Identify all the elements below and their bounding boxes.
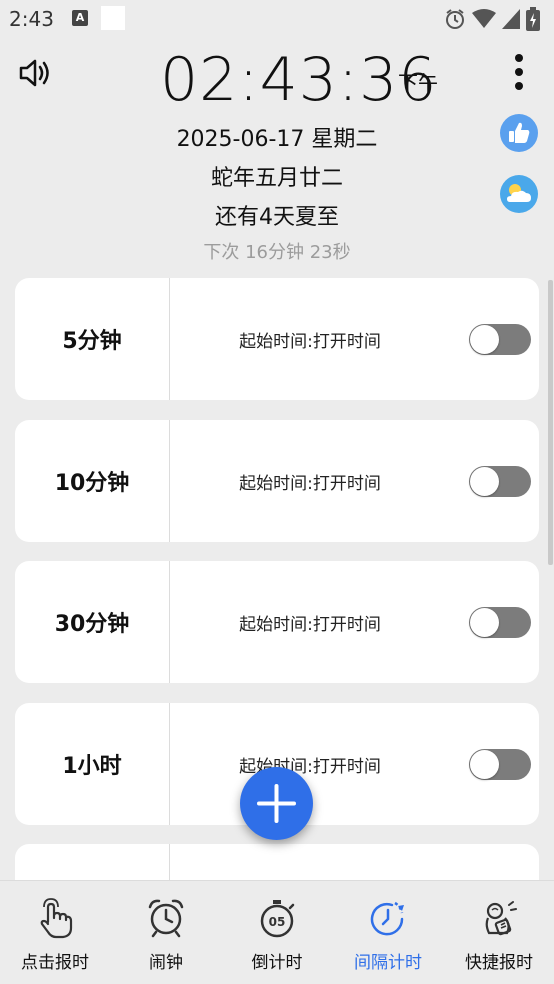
nav-tap-chime[interactable]: 点击报时 xyxy=(0,881,110,984)
interval-card[interactable]: 5分钟 起始时间:打开时间 xyxy=(15,278,539,400)
start-time-text: 起始时间:打开时间 xyxy=(239,473,381,494)
nav-label: 倒计时 xyxy=(251,953,303,973)
interval-clock-icon xyxy=(370,901,404,936)
interval-label: 10分钟 xyxy=(15,420,170,542)
status-time: 2:43 xyxy=(9,7,54,31)
status-icons xyxy=(444,7,540,31)
quick-chime-icon xyxy=(485,901,517,936)
nav-countdown[interactable]: 05 倒计时 xyxy=(222,881,332,984)
tap-icon xyxy=(40,898,73,939)
interval-toggle[interactable] xyxy=(469,607,531,638)
toggle-knob xyxy=(470,325,499,354)
next-chime-text: 下次 16分钟 23秒 xyxy=(203,242,351,263)
nav-label: 间隔计时 xyxy=(354,953,422,973)
speaker-icon[interactable] xyxy=(17,55,53,91)
nav-label: 点击报时 xyxy=(21,953,89,973)
status-bar: 2:43 A xyxy=(0,0,554,38)
start-time-text xyxy=(170,844,450,880)
nav-quick-chime[interactable]: 快捷报时 xyxy=(444,881,554,984)
nav-interval[interactable]: 间隔计时 xyxy=(333,881,443,984)
add-interval-button[interactable] xyxy=(240,767,313,840)
interval-label xyxy=(15,844,170,880)
interval-toggle[interactable] xyxy=(469,324,531,355)
svg-text:05: 05 xyxy=(269,915,286,929)
bottom-nav: 点击报时 闹钟 05 倒计时 间隔计时 快捷报时 xyxy=(0,880,554,984)
alarm-icon xyxy=(446,9,464,29)
start-time-text: 起始时间:打开时间 xyxy=(239,614,381,635)
more-menu-icon[interactable] xyxy=(504,52,534,92)
plus-icon xyxy=(257,784,296,823)
notification-blank-icon xyxy=(101,6,125,30)
notification-a-icon: A xyxy=(72,10,88,26)
interval-label: 1小时 xyxy=(15,703,170,825)
toggle-knob xyxy=(470,467,499,496)
stopwatch-icon: 05 xyxy=(260,900,295,938)
toggle-knob xyxy=(470,608,499,637)
start-time-text: 起始时间:打开时间 xyxy=(239,331,381,352)
interval-label: 5分钟 xyxy=(15,278,170,400)
interval-toggle[interactable] xyxy=(469,466,531,497)
alarm-clock-icon xyxy=(148,899,184,938)
interval-card[interactable]: 10分钟 起始时间:打开时间 xyxy=(15,420,539,542)
battery-icon xyxy=(526,7,540,31)
digital-clock: 02:43:36 xyxy=(160,45,438,115)
ampm-label: 下午 xyxy=(398,71,438,95)
nav-alarm[interactable]: 闹钟 xyxy=(111,881,221,984)
signal-icon xyxy=(502,9,520,29)
nav-label: 快捷报时 xyxy=(465,953,533,973)
date-text: 2025-06-17 星期二 xyxy=(176,127,378,152)
wifi-icon xyxy=(472,9,496,28)
lunar-date-text: 蛇年五月廿二 xyxy=(210,166,343,191)
solar-term-text: 还有4天夏至 xyxy=(215,205,339,230)
interval-toggle[interactable] xyxy=(469,749,531,780)
interval-card[interactable] xyxy=(15,844,539,880)
list-scrollbar[interactable] xyxy=(548,280,553,565)
nav-label: 闹钟 xyxy=(149,953,183,973)
interval-card[interactable]: 30分钟 起始时间:打开时间 xyxy=(15,561,539,683)
interval-label: 30分钟 xyxy=(15,561,170,683)
toggle-knob xyxy=(470,750,499,779)
